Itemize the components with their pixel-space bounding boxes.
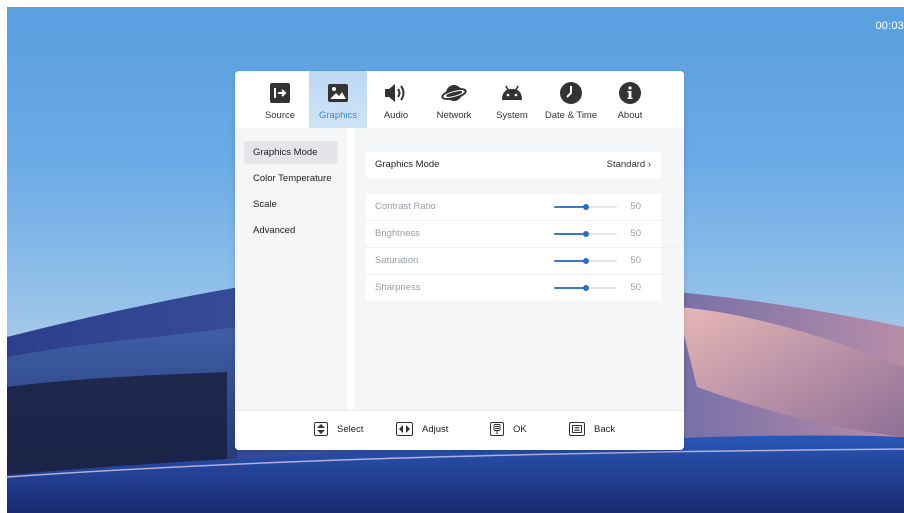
graphics-mode-label: Graphics Mode [375,159,440,170]
tab-graphics[interactable]: Graphics [309,71,367,128]
hint-adjust: Adjust [396,422,448,436]
slider-label: Sharpness [375,282,421,293]
tab-about[interactable]: About [601,71,659,128]
hint-back-label: Back [594,423,616,435]
clock-display: 00:03 [875,20,904,32]
ok-key-icon [490,422,504,436]
slider-fill [554,233,586,235]
hint-back: Back [569,422,615,436]
slider-row-brightness[interactable]: Brightness 50 [366,221,661,247]
slider-fill [554,260,586,262]
slider-value: 50 [630,255,641,266]
slider-fill [554,206,586,208]
slider-value: 50 [630,201,641,212]
tab-label: Source [264,110,296,121]
tab-label: Audio [383,110,409,121]
android-icon [499,80,525,106]
tab-network[interactable]: Network [425,71,483,128]
desktop-screen: 00:03 Source Graphics Audio Network Syst… [7,7,904,513]
speaker-icon [383,80,409,106]
slider-label: Brightness [375,228,420,239]
tab-label: Network [436,110,472,121]
tab-source[interactable]: Source [251,71,309,128]
slider-label: Contrast Ratio [375,201,436,212]
slider-knob[interactable] [582,285,589,291]
sharpness-slider[interactable] [554,285,617,291]
tab-system[interactable]: System [483,71,541,128]
settings-panel: Source Graphics Audio Network System Dat… [235,71,684,450]
key-hint-bar: Select Adjust OK Back [235,410,684,450]
hint-ok-label: OK [513,423,527,435]
slider-value: 50 [630,228,641,239]
up-down-key-icon [314,422,328,436]
tab-label: Date & Time [544,110,598,121]
hint-ok: OK [490,422,527,436]
slider-row-sharpness[interactable]: Sharpness 50 [366,275,661,301]
sidebar-item-advanced[interactable]: Advanced [244,219,338,242]
planet-icon [441,80,467,106]
graphics-mode-value: Standard › [607,152,651,178]
saturation-slider[interactable] [554,258,617,264]
slider-label: Saturation [375,255,419,266]
sidebar: Graphics Mode Color Temperature Scale Ad… [235,128,347,410]
chevron-right-icon: › [647,159,651,170]
tab-bar: Source Graphics Audio Network System Dat… [235,71,684,128]
settings-content: Graphics Mode Standard › Contrast Ratio … [354,128,684,410]
slider-row-contrast[interactable]: Contrast Ratio 50 [366,194,661,220]
hint-select-label: Select [337,423,364,435]
slider-value: 50 [630,282,641,293]
graphics-mode-current: Standard [606,159,646,170]
tab-audio[interactable]: Audio [367,71,425,128]
clock-icon [558,80,584,106]
sidebar-item-graphics-mode[interactable]: Graphics Mode [244,141,338,164]
left-right-key-icon [396,422,413,436]
slider-fill [554,287,586,289]
info-icon [617,80,643,106]
hint-adjust-label: Adjust [422,423,449,435]
tab-label: Graphics [318,110,357,121]
contrast-slider[interactable] [554,204,617,210]
picture-icon [325,80,351,106]
input-arrow-icon [267,80,293,106]
brightness-slider[interactable] [554,231,617,237]
tab-label: About [617,110,643,121]
slider-knob[interactable] [582,204,589,210]
slider-knob[interactable] [582,231,589,237]
tab-date-time[interactable]: Date & Time [541,71,601,128]
hint-select: Select [314,422,363,436]
slider-knob[interactable] [582,258,589,264]
menu-key-icon [569,422,585,436]
tab-label: System [496,110,528,121]
sidebar-item-scale[interactable]: Scale [244,193,338,216]
slider-row-saturation[interactable]: Saturation 50 [366,248,661,274]
graphics-mode-row[interactable]: Graphics Mode Standard › [366,152,661,178]
sidebar-item-color-temperature[interactable]: Color Temperature [244,167,338,190]
